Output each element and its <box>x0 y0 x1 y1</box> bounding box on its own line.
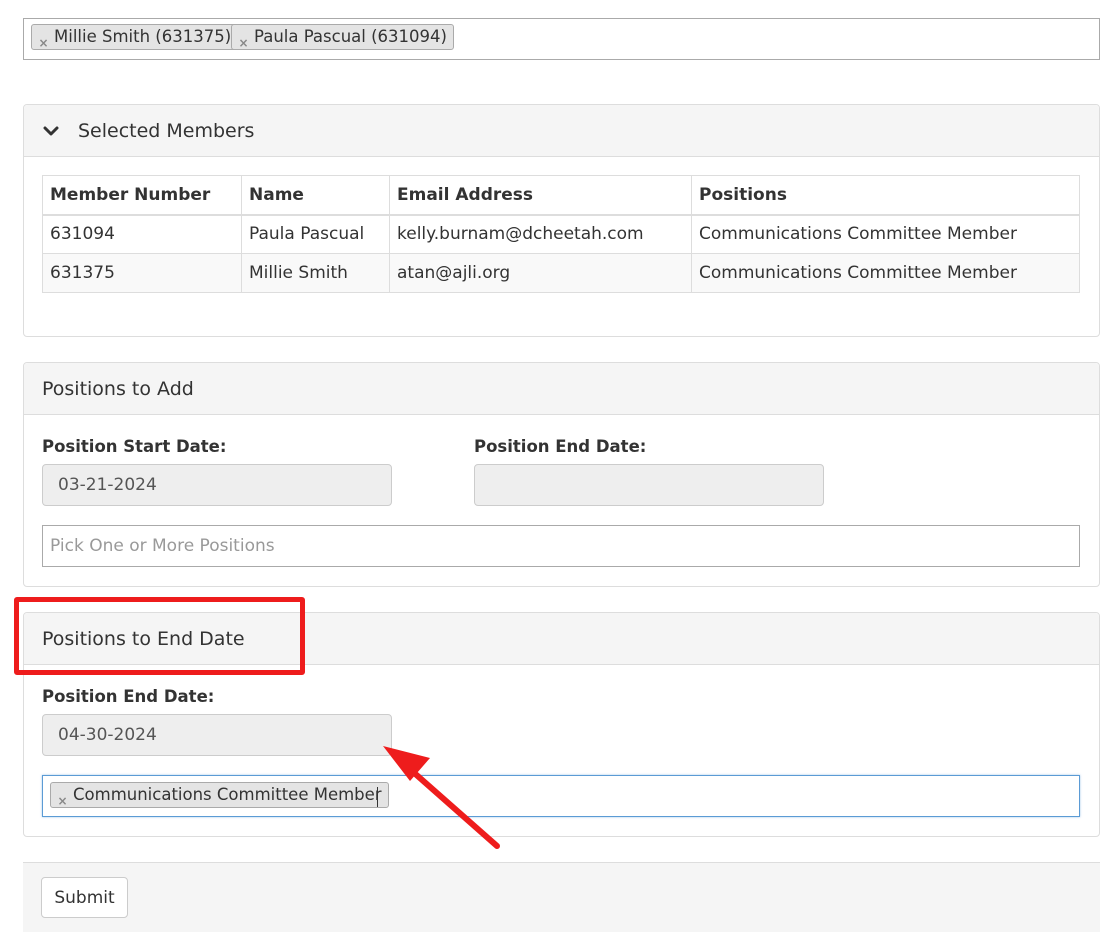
positions-to-add-panel: Positions to Add Position Start Date: 03… <box>23 362 1100 587</box>
text-cursor <box>377 787 378 807</box>
position-end-date-label: Position End Date: <box>42 687 215 706</box>
position-end-date-input[interactable] <box>474 464 824 506</box>
position-chip: × Communications Committee Member <box>50 782 389 808</box>
column-header-name: Name <box>241 175 390 216</box>
chip-label: Paula Pascual (631094) <box>254 27 447 46</box>
table-row: 631094 Paula Pascual kelly.burnam@dcheet… <box>42 214 1080 254</box>
remove-chip-icon[interactable]: × <box>38 37 49 49</box>
selected-members-heading[interactable]: Selected Members <box>24 105 1099 157</box>
cell-name: Paula Pascual <box>241 214 390 254</box>
form-footer: Submit <box>23 862 1100 932</box>
column-header-positions: Positions <box>691 175 1080 216</box>
position-end-date-input[interactable]: 04-30-2024 <box>42 714 392 756</box>
selected-members-panel: Selected Members Member Number Name Emai… <box>23 104 1100 337</box>
chevron-down-icon[interactable] <box>42 122 60 140</box>
member-chip-millie-smith: × Millie Smith (631375) <box>31 24 239 50</box>
position-start-date-label: Position Start Date: <box>42 437 227 456</box>
selected-members-table: Member Number Name Email Address Positio… <box>42 175 1080 293</box>
cell-email: kelly.burnam@dcheetah.com <box>389 214 692 254</box>
cell-member-number: 631094 <box>42 214 242 254</box>
member-multiselect[interactable]: × Millie Smith (631375) × Paula Pascual … <box>23 18 1100 60</box>
table-row: 631375 Millie Smith atan@ajli.org Commun… <box>42 253 1080 293</box>
column-header-member-number: Member Number <box>42 175 242 216</box>
chip-label: Communications Committee Member <box>73 785 382 804</box>
positions-to-end-date-panel: Positions to End Date Position End Date:… <box>23 612 1100 837</box>
cell-positions: Communications Committee Member <box>691 253 1080 293</box>
panel-title: Selected Members <box>78 120 255 142</box>
table-header-row: Member Number Name Email Address Positio… <box>42 175 1080 216</box>
cell-positions: Communications Committee Member <box>691 214 1080 254</box>
positions-to-add-heading: Positions to Add <box>24 363 1099 415</box>
position-end-date-label: Position End Date: <box>474 437 647 456</box>
remove-chip-icon[interactable]: × <box>57 795 68 807</box>
end-positions-multiselect[interactable]: × Communications Committee Member <box>42 775 1080 817</box>
submit-button[interactable]: Submit <box>41 877 128 918</box>
chip-label: Millie Smith (631375) <box>54 27 232 46</box>
cell-email: atan@ajli.org <box>389 253 692 293</box>
panel-title: Positions to End Date <box>42 628 245 650</box>
cell-name: Millie Smith <box>241 253 390 293</box>
pick-positions-input[interactable]: Pick One or More Positions <box>42 525 1080 567</box>
position-start-date-input[interactable]: 03-21-2024 <box>42 464 392 506</box>
positions-to-end-date-heading: Positions to End Date <box>24 613 1099 665</box>
remove-chip-icon[interactable]: × <box>238 37 249 49</box>
column-header-email: Email Address <box>389 175 692 216</box>
member-chip-paula-pascual: × Paula Pascual (631094) <box>231 24 454 50</box>
cell-member-number: 631375 <box>42 253 242 293</box>
panel-title: Positions to Add <box>42 378 194 400</box>
